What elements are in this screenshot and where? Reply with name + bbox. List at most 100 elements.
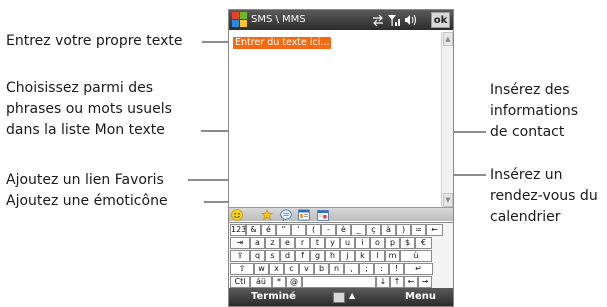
callout-contact-line3: de contact: [490, 124, 565, 140]
keyboard-key[interactable]: à: [381, 224, 396, 236]
keyboard-key[interactable]: (: [306, 224, 321, 236]
callout-contact-line2: informations: [490, 103, 579, 119]
keyboard-key[interactable]: z: [265, 237, 280, 249]
app-title: SMS \ MMS: [251, 14, 306, 25]
callout-favorites: Ajoutez un lien Favoris: [6, 172, 164, 188]
figure-canvas: Entrez votre propre texte Choisissez par…: [0, 0, 607, 307]
keyboard-key[interactable]: e: [280, 237, 295, 249]
calendar-icon[interactable]: [317, 209, 329, 221]
insert-toolbar: [229, 207, 453, 221]
keyboard-key[interactable]: ,: [344, 263, 359, 275]
keyboard-key[interactable]: g: [310, 250, 325, 262]
keyboard-key[interactable]: $: [400, 237, 415, 249]
callout-phrases-line2: phrases ou mots usuels: [6, 101, 172, 117]
keyboard-row: ⇧ w x c v b n,;:! ↵: [230, 263, 433, 276]
sync-icon[interactable]: [373, 14, 383, 27]
keyboard-key[interactable]: ç: [366, 224, 381, 236]
keyboard-key[interactable]: h: [325, 250, 340, 262]
input-menu-arrow-icon[interactable]: ▲: [349, 291, 355, 300]
keyboard-row: ⇪ q s d f g h j k l m ù: [230, 250, 432, 263]
keyboard-key[interactable]: =: [411, 224, 426, 236]
callout-appointment-line3: calendrier: [490, 209, 561, 225]
contact-icon[interactable]: [298, 209, 310, 221]
keyboard-key[interactable]: ↑: [390, 276, 404, 288]
emoticon-icon[interactable]: [231, 209, 243, 221]
keyboard-key[interactable]: n: [329, 263, 344, 275]
keyboard-key[interactable]: j: [340, 250, 355, 262]
space-key[interactable]: [302, 276, 376, 288]
keyboard-key[interactable]: ): [396, 224, 411, 236]
keyboard-key[interactable]: ⇧: [230, 263, 254, 275]
keyboard-key[interactable]: b: [314, 263, 329, 275]
scroll-up-icon[interactable]: ▲: [443, 32, 453, 46]
keyboard-key[interactable]: ←: [426, 224, 443, 236]
keyboard-key[interactable]: ↵: [404, 263, 433, 275]
keyboard-key[interactable]: ;: [359, 263, 374, 275]
callout-appointment-line2: rendez-vous du: [490, 188, 598, 204]
keyboard-key[interactable]: y: [325, 237, 340, 249]
done-softkey[interactable]: Terminé: [251, 291, 296, 302]
keyboard-key[interactable]: !: [389, 263, 404, 275]
message-text-area[interactable]: Entrer du texte ici...: [231, 32, 439, 204]
title-bar: SMS \ MMS ok: [229, 10, 453, 30]
callout-own-text: Entrez votre propre texte: [6, 33, 183, 49]
vertical-scrollbar[interactable]: ▲ ▼: [441, 32, 453, 207]
keyboard-key[interactable]: p: [385, 237, 400, 249]
keyboard-key[interactable]: ⇪: [230, 250, 250, 262]
keyboard-key[interactable]: l: [370, 250, 385, 262]
keyboard-key[interactable]: áü: [250, 276, 272, 288]
keyboard-key[interactable]: Ctl: [230, 276, 250, 288]
keyboard-key[interactable]: →: [418, 276, 432, 288]
message-placeholder[interactable]: Entrer du texte ici...: [233, 37, 332, 49]
keyboard-key[interactable]: m: [385, 250, 400, 262]
keyboard-key[interactable]: 123: [230, 224, 246, 236]
keyboard-key[interactable]: é: [261, 224, 276, 236]
keyboard-key[interactable]: ù: [400, 250, 432, 262]
keyboard-key[interactable]: w: [254, 263, 269, 275]
keyboard-key[interactable]: &: [246, 224, 261, 236]
keyboard-key[interactable]: d: [280, 250, 295, 262]
menu-softkey[interactable]: Menu: [405, 291, 436, 302]
keyboard-key[interactable]: è: [336, 224, 351, 236]
ok-button[interactable]: ok: [431, 12, 450, 28]
keyboard-key[interactable]: -: [321, 224, 336, 236]
keyboard-key[interactable]: t: [310, 237, 325, 249]
keyboard-key[interactable]: a: [250, 237, 265, 249]
volume-icon[interactable]: [405, 14, 416, 26]
keyboard-key[interactable]: i: [355, 237, 370, 249]
keyboard-key[interactable]: €: [415, 237, 432, 249]
status-icon-group: [373, 14, 416, 27]
status-icons: [371, 13, 423, 32]
favorites-icon[interactable]: [261, 209, 273, 221]
keyboard-key[interactable]: r: [295, 237, 310, 249]
keyboard-key[interactable]: f: [295, 250, 310, 262]
callout-appointment-line1: Insérez un: [490, 167, 563, 183]
callout-contact-line1: Insérez des: [490, 82, 570, 98]
callout-phrases-line1: Choisissez parmi des: [6, 80, 154, 96]
keyboard-key[interactable]: k: [355, 250, 370, 262]
keyboard-key[interactable]: ': [291, 224, 306, 236]
callout-phrases-line3: dans la liste Mon texte: [6, 122, 165, 138]
keyboard-key[interactable]: *: [272, 276, 286, 288]
keyboard-key[interactable]: _: [351, 224, 366, 236]
keyboard-key[interactable]: x: [269, 263, 284, 275]
keyboard-icon[interactable]: [333, 292, 345, 303]
keyboard-key[interactable]: ←: [404, 276, 418, 288]
callout-emoticon: Ajoutez une émoticône: [6, 193, 168, 209]
keyboard-key[interactable]: @: [286, 276, 302, 288]
keyboard-key[interactable]: ": [276, 224, 291, 236]
keyboard-key[interactable]: o: [370, 237, 385, 249]
keyboard-key[interactable]: :: [374, 263, 389, 275]
keyboard-key[interactable]: c: [284, 263, 299, 275]
signal-icon[interactable]: [388, 15, 400, 26]
my-text-icon[interactable]: [280, 209, 292, 221]
keyboard-key[interactable]: ↓: [376, 276, 390, 288]
keyboard-key[interactable]: s: [265, 250, 280, 262]
keyboard-key[interactable]: q: [250, 250, 265, 262]
keyboard-key[interactable]: v: [299, 263, 314, 275]
keyboard-key[interactable]: u: [340, 237, 355, 249]
keyboard-row: ⇥ a z e r t y u i o p $ €: [230, 237, 432, 250]
scroll-down-icon[interactable]: ▼: [443, 193, 453, 207]
windows-start-icon[interactable]: [232, 12, 248, 28]
keyboard-key[interactable]: ⇥: [230, 237, 250, 249]
